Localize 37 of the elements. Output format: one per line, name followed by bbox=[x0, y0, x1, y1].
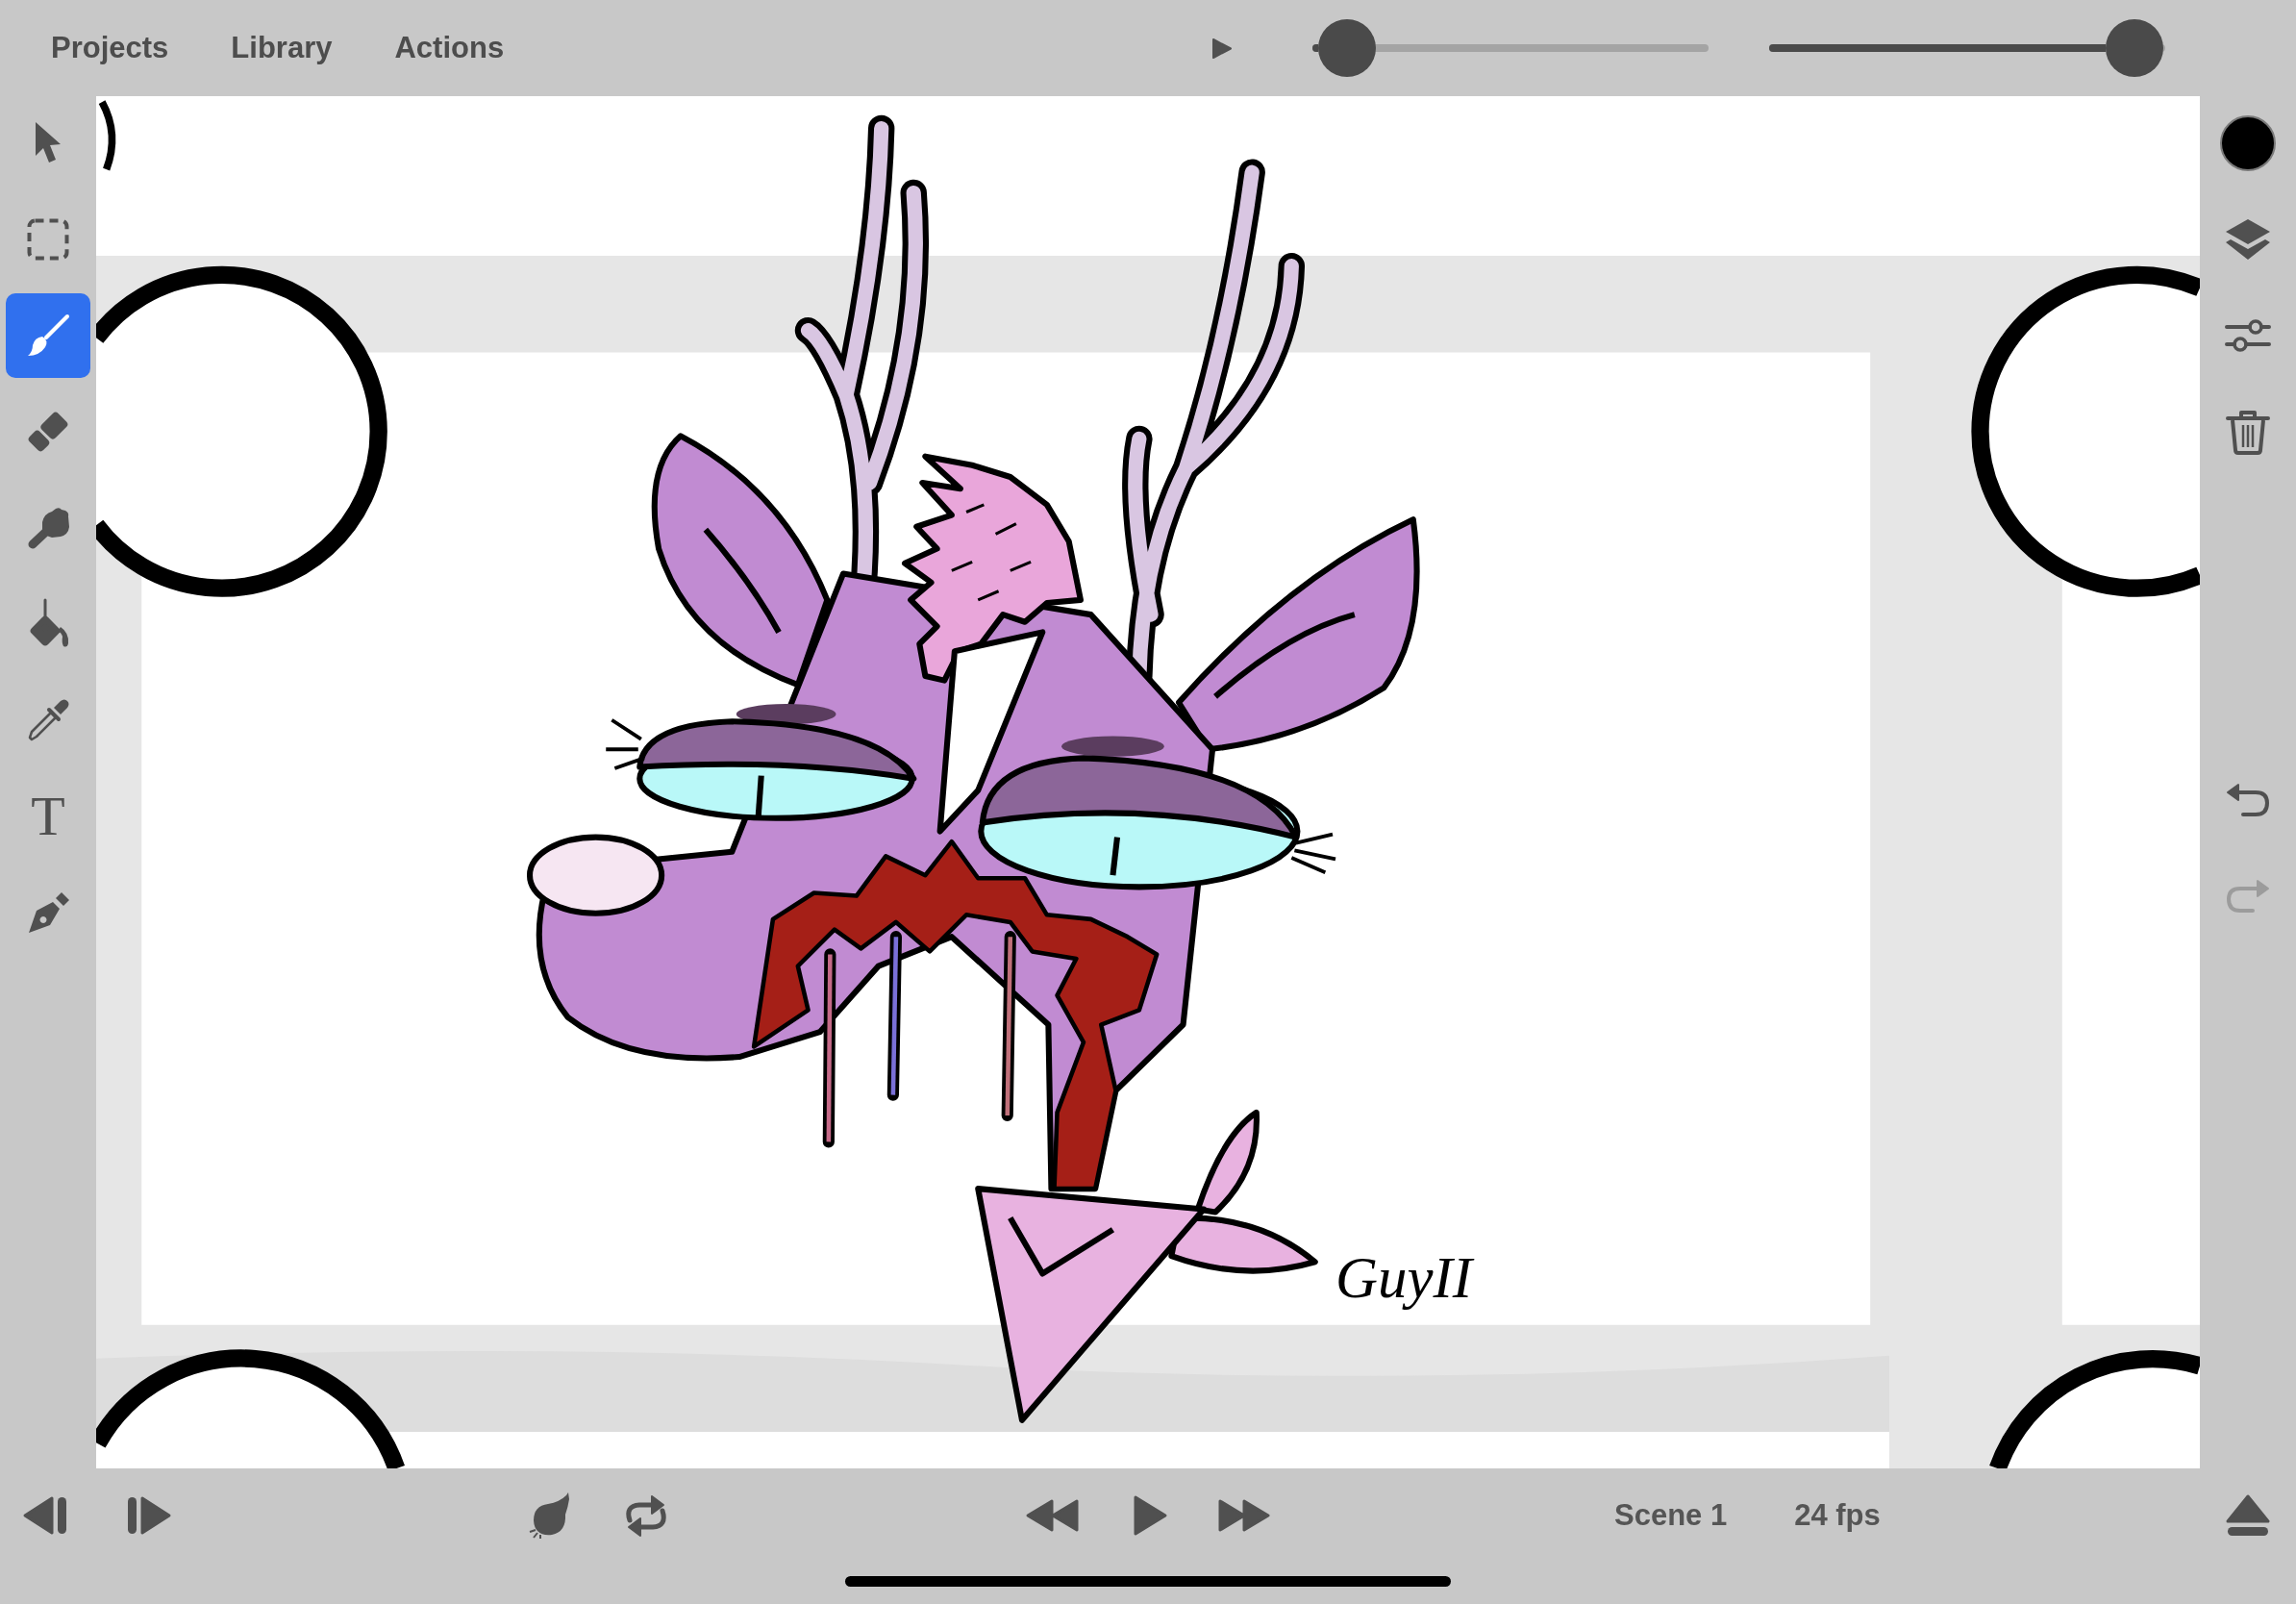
trash-icon bbox=[2226, 409, 2270, 455]
signature-text: GuyII bbox=[1335, 1244, 1473, 1310]
eject-icon bbox=[2226, 1493, 2270, 1538]
dashed-square-icon bbox=[27, 218, 69, 261]
slider-track[interactable] bbox=[1769, 19, 2165, 77]
brush-icon bbox=[26, 313, 70, 358]
eraser-icon bbox=[26, 410, 70, 454]
fast-forward-icon bbox=[1218, 1498, 1270, 1533]
pen-nib-icon bbox=[26, 890, 70, 935]
preview-play-button[interactable] bbox=[1211, 37, 1232, 60]
sliders-icon bbox=[2225, 317, 2271, 354]
play-icon bbox=[1132, 1494, 1168, 1537]
eject-button[interactable] bbox=[2226, 1493, 2270, 1538]
play-icon bbox=[1211, 37, 1232, 60]
menu-button[interactable]: Projects bbox=[51, 31, 169, 65]
scene-button[interactable]: Scene 1 bbox=[1614, 1498, 1728, 1533]
tool-button[interactable] bbox=[6, 293, 90, 378]
drawing-canvas[interactable]: GuyII bbox=[96, 96, 2200, 1468]
layers-button[interactable] bbox=[2224, 217, 2272, 262]
frame-rate-button[interactable]: 24 fps bbox=[1794, 1498, 1881, 1533]
eyedropper-icon bbox=[26, 698, 70, 742]
slider-track[interactable] bbox=[1312, 19, 1709, 77]
delete-button[interactable] bbox=[2226, 409, 2270, 455]
rewind-icon bbox=[1025, 1498, 1079, 1533]
pointing-hand-icon bbox=[26, 506, 70, 550]
color-swatch[interactable] bbox=[2220, 115, 2276, 171]
menu-button[interactable]: Actions bbox=[394, 31, 505, 65]
tool-button[interactable]: T bbox=[6, 774, 90, 859]
play-button[interactable] bbox=[1132, 1494, 1168, 1537]
undo-button[interactable] bbox=[2226, 783, 2270, 817]
menu-button[interactable]: Library bbox=[231, 31, 333, 65]
redo-icon bbox=[2226, 879, 2270, 914]
undo-icon bbox=[2226, 783, 2270, 817]
layers-icon bbox=[2224, 217, 2272, 262]
rewind-button[interactable] bbox=[1025, 1498, 1079, 1533]
fast-forward-button[interactable] bbox=[1218, 1498, 1270, 1533]
adjustments-button[interactable] bbox=[2225, 317, 2271, 354]
